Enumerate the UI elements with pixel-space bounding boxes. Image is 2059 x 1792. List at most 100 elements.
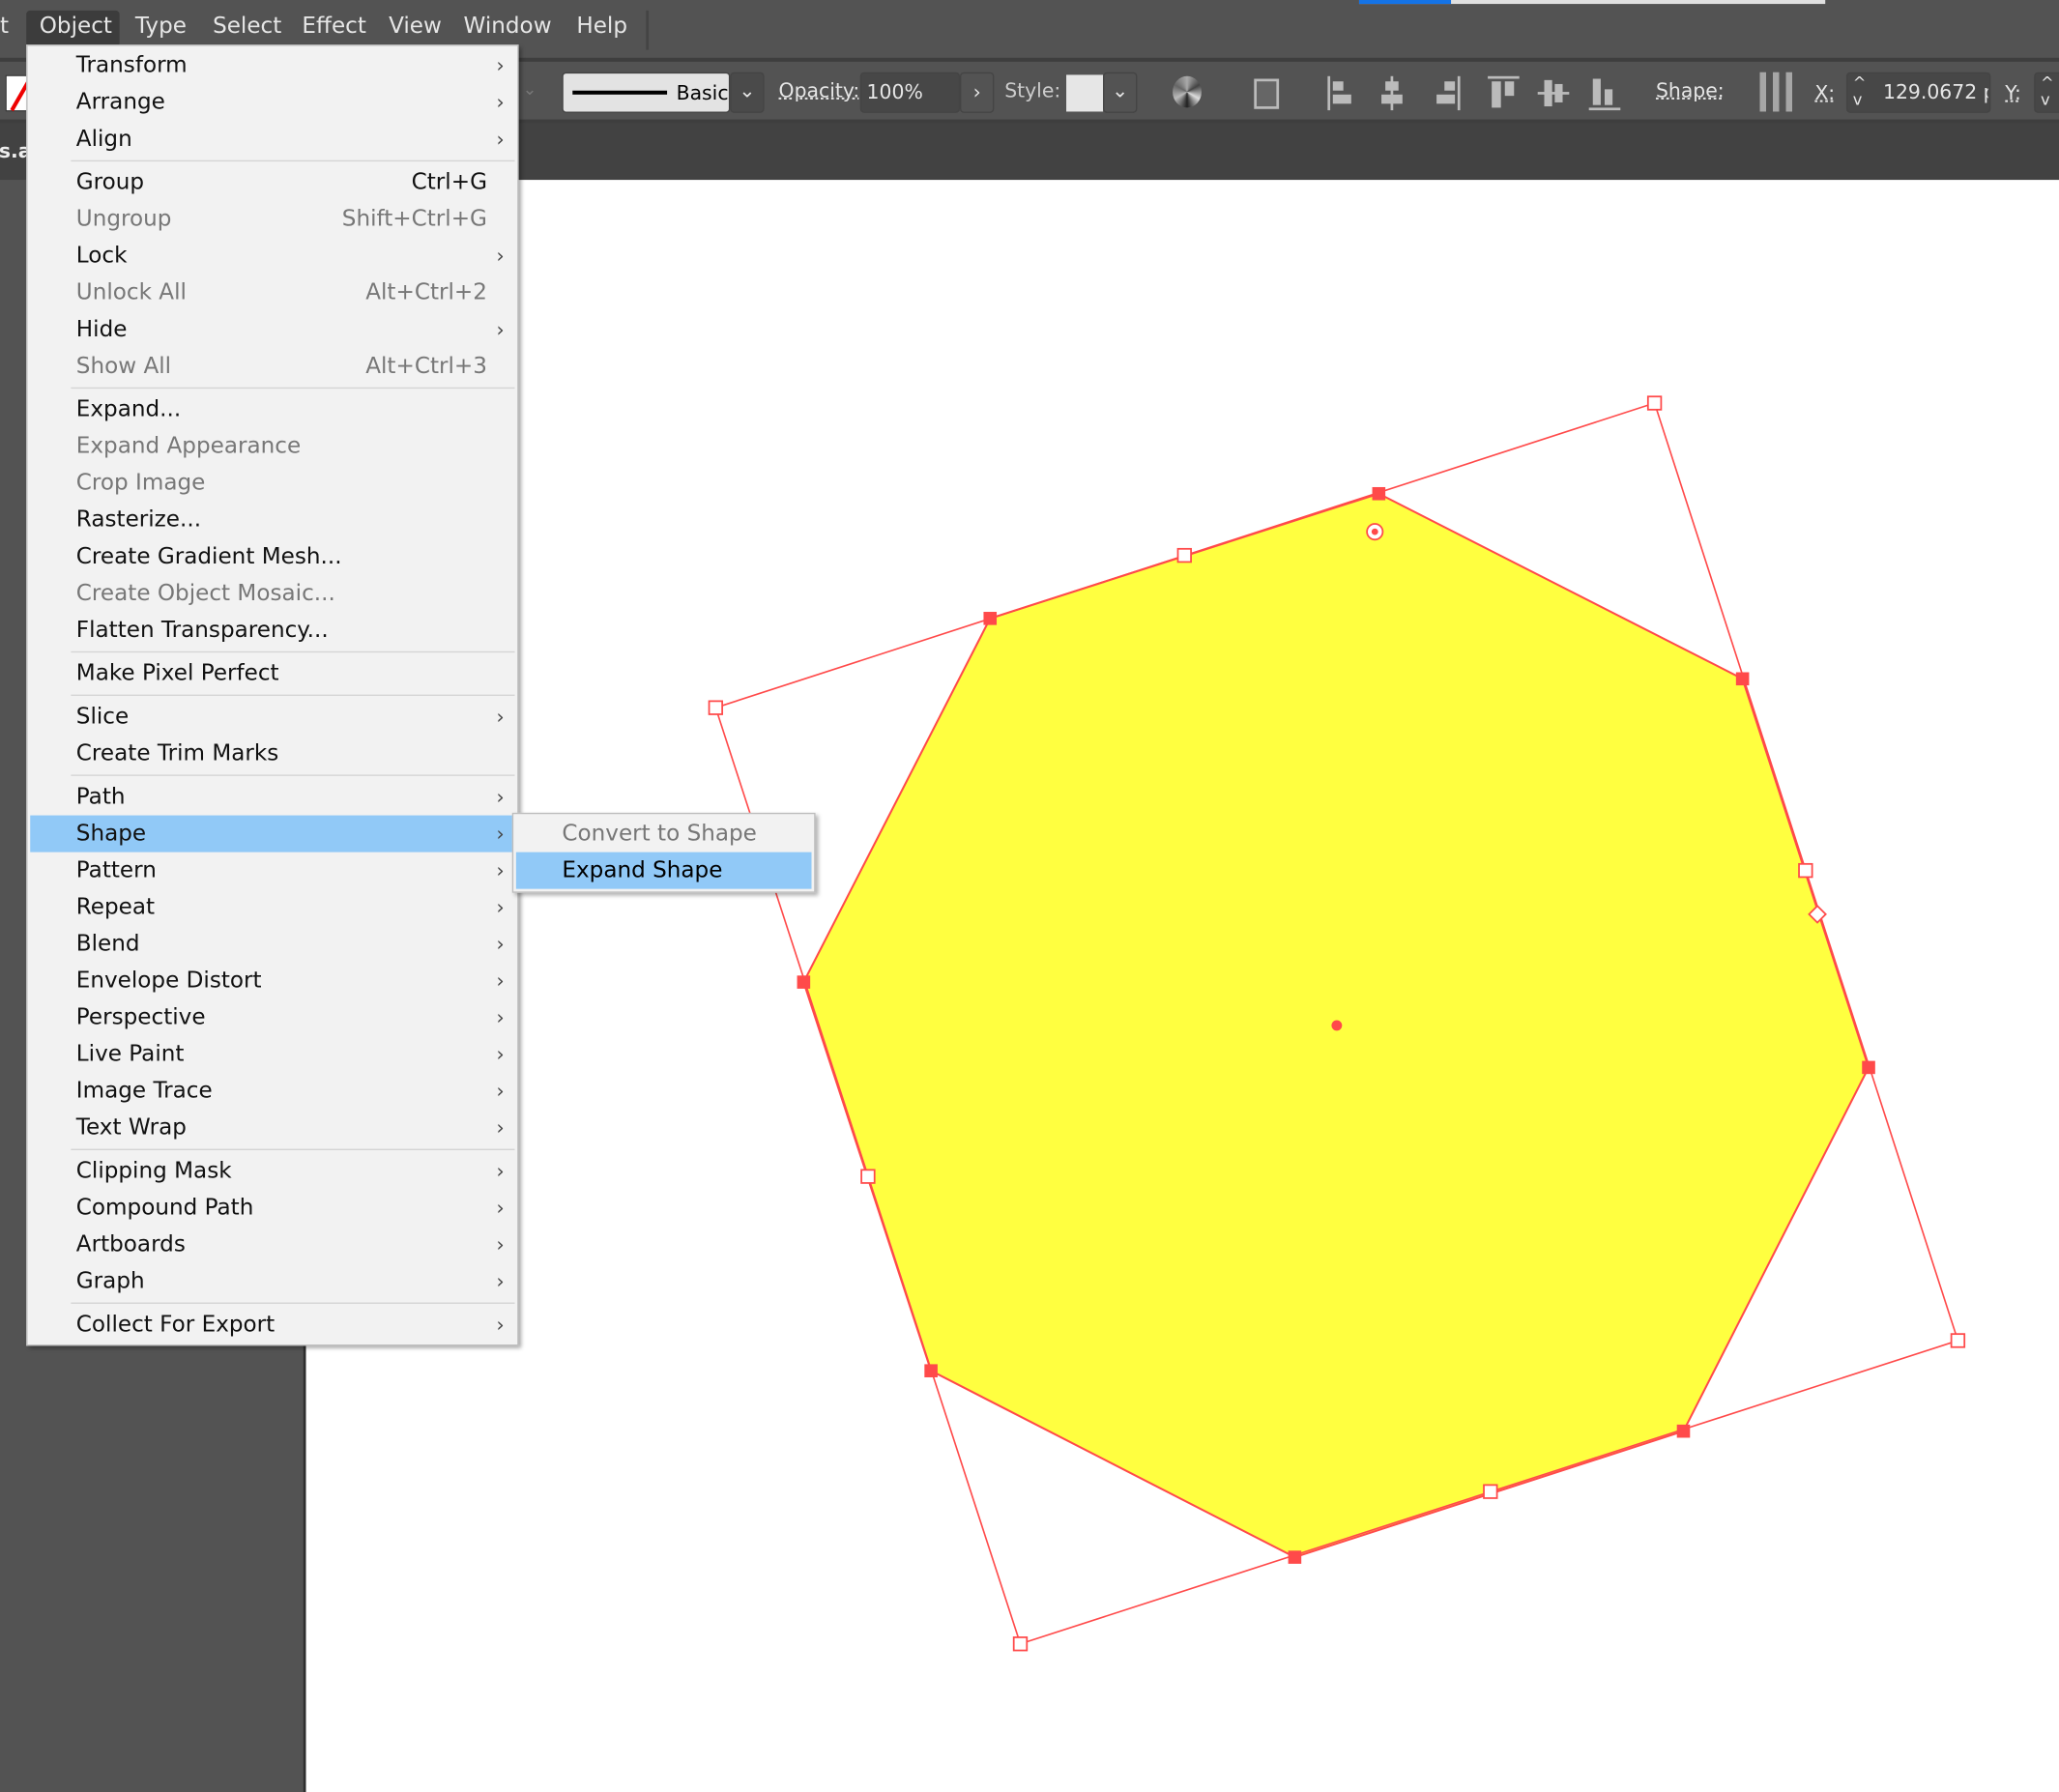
chevron-right-icon: ›: [496, 1232, 505, 1257]
menu-item-label: Make Pixel Perfect: [75, 660, 279, 687]
shape-widget-icon[interactable]: [1371, 528, 1378, 535]
menu-item-label: Image Trace: [75, 1078, 213, 1105]
menu-item-path[interactable]: Path ›: [30, 779, 514, 816]
chevron-right-icon: ›: [496, 127, 505, 152]
menu-item-expand-appearance[interactable]: Expand Appearance: [30, 428, 514, 465]
menu-item-label: Transform: [75, 52, 188, 79]
menu-item-label: Repeat: [75, 894, 156, 921]
chevron-right-icon: ›: [496, 932, 505, 956]
menu-item-label: Show All: [75, 353, 172, 380]
menu-item-clipping-mask[interactable]: Clipping Mask ›: [30, 1153, 514, 1190]
menu-item-text-wrap[interactable]: Text Wrap ›: [30, 1110, 514, 1146]
menu-item-label: Expand Shape: [562, 857, 723, 884]
menu-item-label: Perspective: [75, 1004, 206, 1031]
shape-submenu: Convert to Shape Expand Shape: [511, 812, 816, 893]
chevron-right-icon: ›: [496, 1159, 505, 1183]
menu-item-shortcut: Shift+Ctrl+G: [341, 206, 487, 233]
chevron-right-icon: ›: [496, 705, 505, 729]
menu-item-envelope-distort[interactable]: Envelope Distort ›: [30, 963, 514, 999]
menu-item-shortcut: Alt+Ctrl+2: [365, 279, 487, 306]
menu-item-label: Text Wrap: [75, 1114, 187, 1142]
menu-item-expand[interactable]: Expand...: [30, 391, 514, 428]
menu-item-label: Unlock All: [75, 279, 187, 306]
menu-item-label: Group: [75, 169, 145, 196]
chevron-right-icon: ›: [496, 244, 505, 269]
menu-item-image-trace[interactable]: Image Trace ›: [30, 1073, 514, 1110]
menu-item-label: Live Paint: [75, 1041, 185, 1068]
menu-item-slice[interactable]: Slice ›: [30, 699, 514, 736]
menu-item-label: Pattern: [75, 857, 157, 884]
menu-item-create-trim-marks[interactable]: Create Trim Marks: [30, 736, 514, 772]
menu-item-make-pixel-perfect[interactable]: Make Pixel Perfect: [30, 655, 514, 692]
menu-item-ungroup[interactable]: Ungroup Shift+Ctrl+G: [30, 201, 514, 238]
menu-item-rasterize[interactable]: Rasterize...: [30, 502, 514, 538]
menu-item-compound-path[interactable]: Compound Path ›: [30, 1190, 514, 1227]
menu-separator: [28, 1146, 518, 1153]
menu-item-hide[interactable]: Hide ›: [30, 311, 514, 348]
menu-item-crop-image[interactable]: Crop Image: [30, 465, 514, 502]
menu-item-lock[interactable]: Lock ›: [30, 238, 514, 275]
center-point: [1331, 1020, 1343, 1031]
menu-item-transform[interactable]: Transform ›: [30, 47, 514, 84]
menu-separator: [28, 692, 518, 699]
menu-separator: [28, 158, 518, 164]
menu-item-shortcut: Alt+Ctrl+3: [365, 353, 487, 380]
chevron-right-icon: ›: [496, 1196, 505, 1220]
menu-item-label: Crop Image: [75, 470, 206, 497]
menu-item-label: Create Gradient Mesh...: [75, 543, 342, 570]
menu-item-repeat[interactable]: Repeat ›: [30, 889, 514, 926]
menu-item-blend[interactable]: Blend ›: [30, 926, 514, 963]
chevron-right-icon: ›: [496, 1079, 505, 1104]
chevron-right-icon: ›: [496, 1042, 505, 1067]
chevron-right-icon: ›: [496, 1005, 505, 1030]
menu-item-label: Create Object Mosaic...: [75, 580, 335, 607]
menu-item-label: Arrange: [75, 89, 165, 116]
menu-separator: [28, 772, 518, 779]
menu-item-label: Shape: [75, 821, 147, 848]
chevron-right-icon: ›: [496, 895, 505, 919]
menu-item-live-paint[interactable]: Live Paint ›: [30, 1036, 514, 1073]
menu-separator: [28, 385, 518, 391]
menu-item-label: Envelope Distort: [75, 968, 262, 995]
menu-item-create-gradient-mesh[interactable]: Create Gradient Mesh...: [30, 538, 514, 575]
chevron-right-icon: ›: [496, 858, 505, 882]
chevron-right-icon: ›: [496, 1115, 505, 1141]
chevron-right-icon: ›: [496, 822, 505, 846]
menu-item-label: Rasterize...: [75, 506, 202, 534]
menu-item-shape[interactable]: Shape ›: [30, 815, 515, 853]
menu-item-label: Path: [75, 783, 126, 811]
menu-item-group[interactable]: Group Ctrl+G: [30, 164, 514, 201]
menu-item-graph[interactable]: Graph ›: [30, 1263, 514, 1300]
menu-item-label: Artboards: [75, 1231, 186, 1258]
chevron-right-icon: ›: [496, 1269, 505, 1294]
chevron-right-icon: ›: [496, 785, 505, 809]
chevron-right-icon: ›: [496, 53, 505, 78]
menu-item-show-all[interactable]: Show All Alt+Ctrl+3: [30, 348, 514, 385]
menu-item-flatten-transparency[interactable]: Flatten Transparency...: [30, 612, 514, 649]
menu-item-pattern[interactable]: Pattern ›: [30, 853, 514, 889]
menu-item-label: Slice: [75, 704, 130, 731]
menu-item-label: Compound Path: [75, 1195, 254, 1222]
menu-item-convert-to-shape[interactable]: Convert to Shape: [516, 816, 812, 853]
chevron-right-icon: ›: [496, 317, 505, 342]
menu-item-label: Clipping Mask: [75, 1158, 232, 1185]
object-menu: Transform › Arrange › Align › Group Ctrl+G Ungro…: [26, 44, 519, 1346]
menu-item-label: Lock: [75, 243, 128, 270]
menu-item-label: Align: [75, 126, 132, 153]
menu-item-label: Blend: [75, 931, 140, 958]
menu-item-label: Create Trim Marks: [75, 740, 279, 767]
menu-item-label: Expand...: [75, 396, 182, 423]
chevron-right-icon: ›: [496, 968, 505, 993]
menu-item-artboards[interactable]: Artboards ›: [30, 1227, 514, 1263]
menu-item-label: Ungroup: [75, 206, 172, 233]
menu-item-unlock-all[interactable]: Unlock All Alt+Ctrl+2: [30, 275, 514, 311]
menu-item-arrange[interactable]: Arrange ›: [30, 84, 514, 121]
menu-item-expand-shape[interactable]: Expand Shape: [515, 852, 812, 889]
menu-item-collect-for-export[interactable]: Collect For Export ›: [30, 1307, 514, 1344]
menu-item-align[interactable]: Align ›: [30, 121, 514, 158]
menu-item-label: Graph: [75, 1268, 145, 1295]
menu-item-perspective[interactable]: Perspective ›: [30, 999, 514, 1036]
menu-item-create-object-mosaic[interactable]: Create Object Mosaic...: [30, 575, 514, 612]
menu-item-label: Expand Appearance: [75, 433, 302, 460]
menu-item-label: Hide: [75, 316, 128, 343]
